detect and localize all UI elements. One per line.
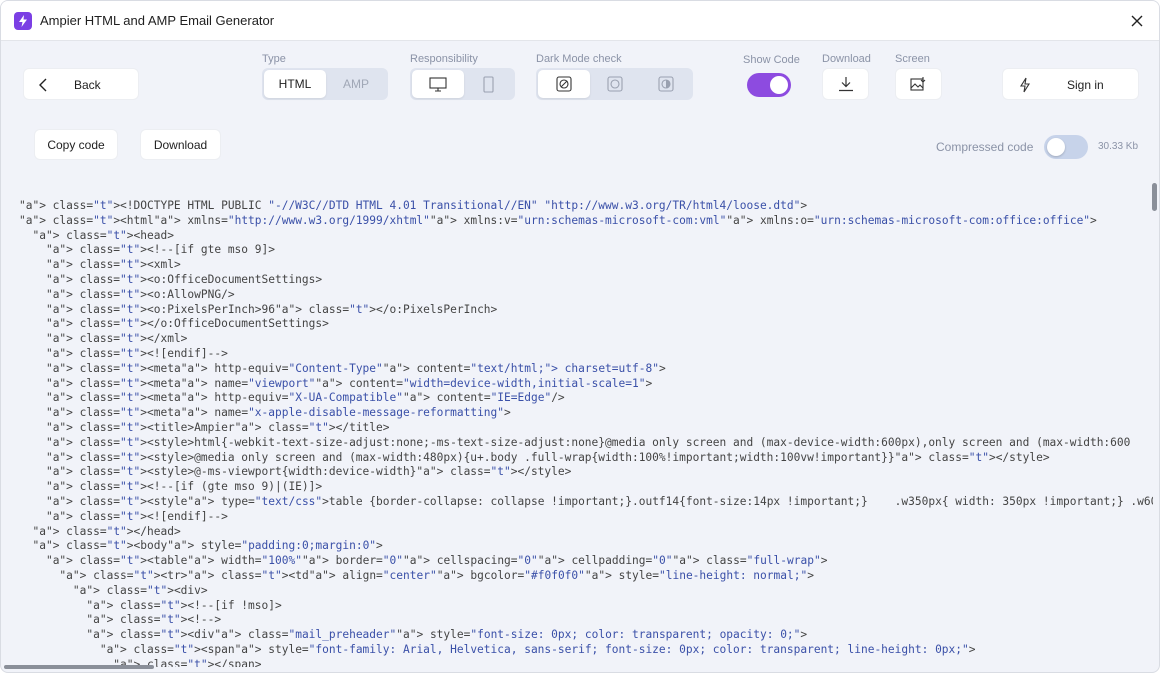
sign-in-label: Sign in xyxy=(1067,78,1104,92)
compressed-code-label: Compressed code xyxy=(936,140,1034,154)
desktop-icon xyxy=(429,76,447,92)
title-bar: Ampier HTML and AMP Email Generator xyxy=(1,1,1159,41)
code-line: "a"> class="t"><![endif]--> xyxy=(45,509,228,523)
code-line: "a"> class="t"><o:AllowPNG/> xyxy=(45,287,235,301)
mobile-view-button[interactable] xyxy=(464,70,513,98)
horizontal-scrollbar-thumb[interactable] xyxy=(4,665,154,669)
back-button[interactable]: Back xyxy=(23,68,139,100)
image-download-icon xyxy=(910,77,926,91)
toolbar: Back Type HTML AMP Responsibility Dark M… xyxy=(1,41,1159,121)
code-line: "a"> class="t"><title>Ampier"a"> class="… xyxy=(45,420,390,434)
code-line: "a"> class="t"><o:OfficeDocumentSettings… xyxy=(45,272,323,286)
code-line: "a"> class="t"><style>@media only screen… xyxy=(45,450,1050,464)
code-line: "a"> class="t"><meta"a"> http-equiv="Con… xyxy=(45,361,666,375)
chevron-left-icon xyxy=(39,78,47,92)
code-viewer[interactable]: "a"> class="t"><!DOCTYPE HTML PUBLIC "-/… xyxy=(1,197,1153,667)
lightning-icon xyxy=(1020,77,1030,93)
screen-label: Screen xyxy=(895,53,930,65)
code-line: "a"> class="t"><!--[if (gte mso 9)|(IE)]… xyxy=(45,480,323,494)
dark-mode-icon xyxy=(657,76,674,92)
code-line: "a"> class="t"><div"a"> class="mail_preh… xyxy=(86,628,808,642)
compressed-code-toggle[interactable] xyxy=(1044,135,1088,159)
dark-mode-auto-icon xyxy=(556,76,572,92)
code-line: "a"> class="t"><table"a"> width="100%""a… xyxy=(45,554,828,568)
mobile-icon xyxy=(483,75,494,93)
code-line: "a"> class="t"></xml> xyxy=(45,332,188,346)
code-line: "a"> class="t"><head> xyxy=(32,228,174,242)
code-line: "a"> class="t"><xml> xyxy=(45,258,181,272)
download-code-button[interactable]: Download xyxy=(140,129,221,160)
code-line: "a"> class="t"><!--> xyxy=(86,613,222,627)
download-html-button[interactable] xyxy=(822,68,869,100)
screenshot-button[interactable] xyxy=(895,68,942,100)
code-line: "a"> class="t"><meta"a"> name="x-apple-d… xyxy=(45,406,511,420)
type-label: Type xyxy=(262,53,286,65)
back-label: Back xyxy=(74,78,101,92)
window-title: Ampier HTML and AMP Email Generator xyxy=(40,13,275,28)
light-mode-button[interactable] xyxy=(590,70,640,98)
app-window: Ampier HTML and AMP Email Generator Back… xyxy=(0,0,1160,673)
desktop-view-button[interactable] xyxy=(412,70,464,98)
light-mode-icon xyxy=(607,76,623,92)
code-line: "a"> class="t"><o:PixelsPerInch>96"a"> c… xyxy=(45,302,498,316)
show-code-toggle[interactable] xyxy=(747,73,791,97)
dark-mode-label: Dark Mode check xyxy=(536,53,622,65)
dark-mode-auto-button[interactable] xyxy=(538,70,590,98)
code-line: "a"> class="t"><!--[if !mso]> xyxy=(86,598,282,612)
code-line: "a"> class="t"><style"a"> type="text/css… xyxy=(45,494,1153,508)
code-line: "a"> class="t"></head> xyxy=(32,524,181,538)
dark-mode-button[interactable] xyxy=(640,70,691,98)
download-label: Download xyxy=(822,53,871,65)
code-line: "a"> class="t"><meta"a"> name="viewport"… xyxy=(45,376,653,390)
code-line: "a"> class="t"><html"a"> xmlns="http://w… xyxy=(19,213,1097,227)
responsibility-switch xyxy=(410,68,515,100)
download-icon xyxy=(838,77,853,92)
code-line: "a"> class="t"><style>html{-webkit-text-… xyxy=(45,435,1131,449)
code-line: "a"> class="t"><span"a"> style="font-fam… xyxy=(99,642,976,656)
dark-mode-switch xyxy=(536,68,693,100)
close-icon[interactable] xyxy=(1127,11,1147,31)
code-line: "a"> class="t"><meta"a"> http-equiv="X-U… xyxy=(45,391,565,405)
code-line: "a"> class="t"><body"a"> style="padding:… xyxy=(32,539,383,553)
type-switch: HTML AMP xyxy=(262,68,388,100)
code-line: "a"> class="t"></o:OfficeDocumentSetting… xyxy=(45,317,329,331)
code-line: "a"> class="t"><![endif]--> xyxy=(45,346,228,360)
toggle-knob xyxy=(1047,138,1065,156)
code-line: "a"> class="t"></span> xyxy=(113,657,262,667)
code-line: "a"> class="t"><div> xyxy=(72,583,208,597)
type-option-amp[interactable]: AMP xyxy=(326,70,386,98)
sign-in-button[interactable]: Sign in xyxy=(1002,68,1139,100)
show-code-label: Show Code xyxy=(743,54,800,66)
code-line: "a"> class="t"><!DOCTYPE HTML PUBLIC "-/… xyxy=(19,199,808,212)
type-option-html[interactable]: HTML xyxy=(264,70,326,98)
toggle-knob xyxy=(770,76,788,94)
code-line: "a"> class="t"><tr>"a"> class="t"><td"a"… xyxy=(59,568,814,582)
responsibility-label: Responsibility xyxy=(410,53,478,65)
code-size: 30.33 Kb xyxy=(1098,141,1139,152)
copy-code-button[interactable]: Copy code xyxy=(34,129,118,160)
app-logo-icon xyxy=(14,12,32,30)
vertical-scrollbar-thumb[interactable] xyxy=(1152,183,1157,211)
code-line: "a"> class="t"><style>@-ms-viewport{widt… xyxy=(45,465,572,479)
code-line: "a"> class="t"><!--[if gte mso 9]> xyxy=(45,243,275,257)
